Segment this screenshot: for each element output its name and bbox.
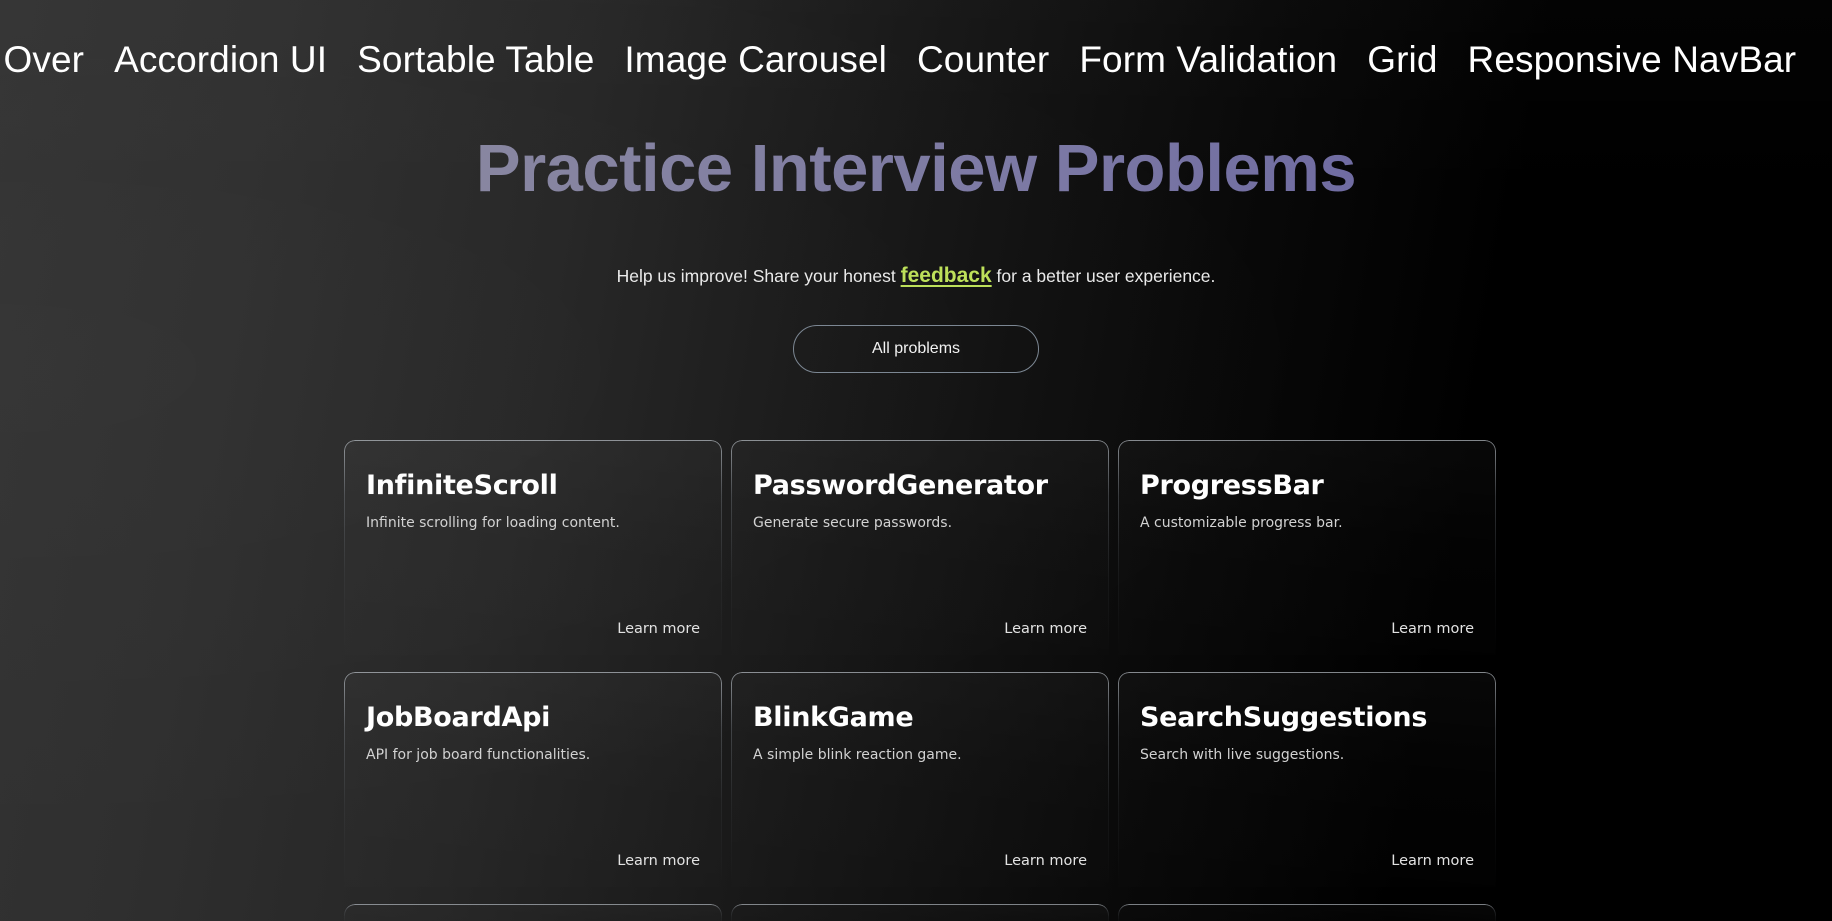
card-description: Search with live suggestions. (1140, 747, 1474, 764)
learn-more-link[interactable]: Learn more (1391, 621, 1474, 637)
nav-item-sortable-table[interactable]: Sortable Table (342, 41, 609, 78)
problem-card-next-row-2[interactable] (731, 904, 1109, 921)
hero-section: Practice Interview Problems Help us impr… (0, 118, 1832, 373)
learn-more-link[interactable]: Learn more (1391, 853, 1474, 869)
feedback-prompt-suffix: for a better user experience. (992, 266, 1216, 286)
card-title: ProgressBar (1140, 472, 1474, 499)
nav-item-responsive-navbar[interactable]: Responsive NavBar (1453, 41, 1812, 78)
problem-card-infinitescroll[interactable]: InfiniteScroll Infinite scrolling for lo… (344, 440, 722, 655)
problem-card-blinkgame[interactable]: BlinkGame A simple blink reaction game. … (731, 672, 1109, 887)
card-description: API for job board functionalities. (366, 747, 700, 764)
nav-item-pop-over[interactable]: Pop Over (0, 41, 99, 78)
problem-card-jobboardapi[interactable]: JobBoardApi API for job board functional… (344, 672, 722, 887)
feedback-prompt: Help us improve! Share your honest feedb… (0, 265, 1832, 286)
card-title: PasswordGenerator (753, 472, 1087, 499)
all-problems-button[interactable]: All problems (793, 325, 1039, 373)
learn-more-link[interactable]: Learn more (1004, 853, 1087, 869)
problem-card-next-row-3[interactable] (1118, 904, 1496, 921)
card-description: Generate secure passwords. (753, 515, 1087, 532)
card-title: SearchSuggestions (1140, 704, 1474, 731)
problem-card-next-row-1[interactable] (344, 904, 722, 921)
page-title: Practice Interview Problems (0, 118, 1832, 202)
nav-item-counter[interactable]: Counter (902, 41, 1064, 78)
problem-card-searchsuggestions[interactable]: SearchSuggestions Search with live sugge… (1118, 672, 1496, 887)
learn-more-link[interactable]: Learn more (617, 621, 700, 637)
card-title: BlinkGame (753, 704, 1087, 731)
nav-item-list: Pop Over Accordion UI Sortable Table Ima… (0, 41, 1811, 78)
feedback-prompt-prefix: Help us improve! Share your honest (617, 266, 901, 286)
card-description: A customizable progress bar. (1140, 515, 1474, 532)
card-description: A simple blink reaction game. (753, 747, 1087, 764)
problem-card-grid: InfiniteScroll Infinite scrolling for lo… (344, 440, 1496, 921)
page-background: Pop Over Accordion UI Sortable Table Ima… (0, 0, 1832, 921)
nav-item-form-validation[interactable]: Form Validation (1064, 41, 1352, 78)
feedback-link[interactable]: feedback (901, 264, 992, 287)
problem-card-passwordgenerator[interactable]: PasswordGenerator Generate secure passwo… (731, 440, 1109, 655)
card-title: JobBoardApi (366, 704, 700, 731)
learn-more-link[interactable]: Learn more (617, 853, 700, 869)
nav-item-image-carousel[interactable]: Image Carousel (609, 41, 902, 78)
nav-item-accordion-ui[interactable]: Accordion UI (99, 41, 342, 78)
nav-item-grid[interactable]: Grid (1352, 41, 1452, 78)
card-description: Infinite scrolling for loading content. (366, 515, 700, 532)
problem-card-progressbar[interactable]: ProgressBar A customizable progress bar.… (1118, 440, 1496, 655)
card-title: InfiniteScroll (366, 472, 700, 499)
top-navigation-bar: Pop Over Accordion UI Sortable Table Ima… (0, 0, 1832, 118)
learn-more-link[interactable]: Learn more (1004, 621, 1087, 637)
